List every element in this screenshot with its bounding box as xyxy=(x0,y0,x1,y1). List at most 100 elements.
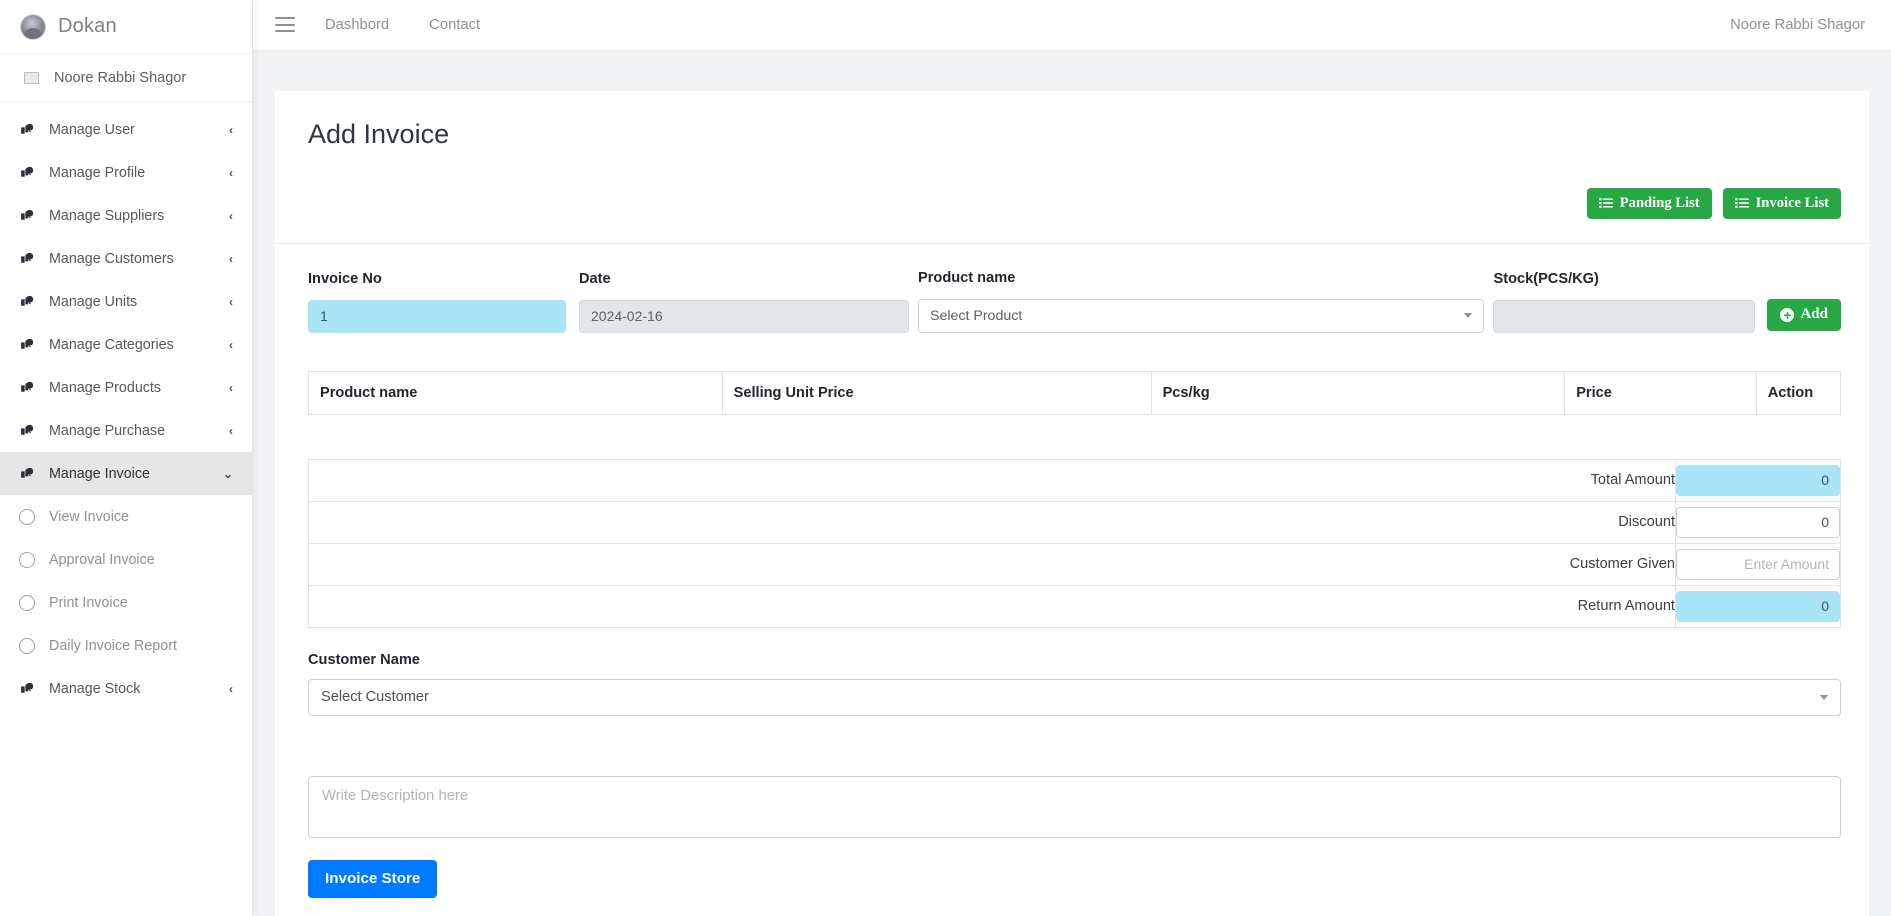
customer-given-label: Customer Given xyxy=(308,542,1676,586)
sidebar-nav: Manage User ‹ Manage Profile ‹ Manage Su… xyxy=(0,102,252,710)
invoice-no-label: Invoice No xyxy=(308,270,382,287)
pending-list-label: Panding List xyxy=(1619,194,1700,211)
hand-pointer-icon xyxy=(19,680,36,697)
sidebar-item-daily-invoice-report[interactable]: Daily Invoice Report xyxy=(0,624,252,667)
sidebar-item-manage-stock[interactable]: Manage Stock ‹ xyxy=(0,667,252,710)
chevron-left-icon: ‹ xyxy=(229,681,233,696)
chevron-left-icon: ‹ xyxy=(229,208,233,223)
totals-wrap: Total Amount 0 Discount 0 Customer Given… xyxy=(275,458,1869,628)
description-textarea[interactable]: Write Description here xyxy=(308,775,1841,838)
totals-row-return-amount: Return Amount 0 xyxy=(308,584,1841,628)
app-root: Dokan Noore Rabbi Shagor Manage User ‹ M… xyxy=(0,0,1891,916)
sidebar-item-label: Manage Products xyxy=(49,379,162,396)
add-button-wrap: + Add xyxy=(1767,298,1841,333)
invoice-list-button[interactable]: Invoice List xyxy=(1722,187,1841,219)
hand-pointer-icon xyxy=(19,379,36,396)
hand-pointer-icon xyxy=(19,293,36,310)
topbar-user-menu[interactable]: Noore Rabbi Shagor xyxy=(1730,17,1865,33)
sidebar-item-manage-suppliers[interactable]: Manage Suppliers ‹ xyxy=(0,194,252,237)
add-invoice-card: Add Invoice Panding List Invoice List In… xyxy=(275,90,1869,916)
discount-field-cell: 0 xyxy=(1675,500,1841,544)
totals-row-discount: Discount 0 xyxy=(308,500,1841,544)
return-amount-field-cell: 0 xyxy=(1675,584,1841,628)
hand-pointer-icon xyxy=(19,164,36,181)
total-amount-field-cell: 0 xyxy=(1675,458,1841,502)
column-header-price: Price xyxy=(1564,370,1757,415)
sidebar-brand[interactable]: Dokan xyxy=(0,0,252,54)
sidebar-item-manage-customers[interactable]: Manage Customers ‹ xyxy=(0,237,252,280)
items-table-empty-space xyxy=(308,415,1841,459)
sidebar-item-manage-user[interactable]: Manage User ‹ xyxy=(0,108,252,151)
entry-row: Invoice No 1 Date 2024-02-16 Product nam… xyxy=(308,270,1841,333)
stock-label: Stock(PCS/KG) xyxy=(1493,270,1599,287)
column-header-action: Action xyxy=(1755,370,1842,415)
topnav-link-dashboard[interactable]: Dashbord xyxy=(325,17,389,33)
customer-given-field-cell: Enter Amount xyxy=(1675,542,1841,586)
description-group: Write Description here xyxy=(275,716,1869,838)
sidebar-item-label: Manage Categories xyxy=(49,336,174,353)
chevron-left-icon: ‹ xyxy=(229,423,233,438)
chevron-left-icon: ‹ xyxy=(229,380,233,395)
chevron-left-icon: ‹ xyxy=(229,337,233,352)
topnav-link-contact[interactable]: Contact xyxy=(429,17,480,33)
sidebar-item-manage-categories[interactable]: Manage Categories ‹ xyxy=(0,323,252,366)
items-table: Product name Selling Unit Price Pcs/kg P… xyxy=(308,370,1842,415)
pending-list-button[interactable]: Panding List xyxy=(1586,187,1712,219)
chevron-down-icon: ⌄ xyxy=(222,466,233,481)
column-header-selling-unit-price: Selling Unit Price xyxy=(721,370,1152,415)
circle-icon xyxy=(19,508,35,525)
sidebar-subitem-label: Daily Invoice Report xyxy=(49,637,177,654)
hamburger-icon[interactable] xyxy=(275,17,295,33)
invoice-no-input[interactable]: 1 xyxy=(308,299,566,333)
invoice-store-button[interactable]: Invoice Store xyxy=(308,859,438,898)
chevron-left-icon: ‹ xyxy=(229,251,233,266)
totals-row-total-amount: Total Amount 0 xyxy=(308,458,1841,502)
sidebar-item-label: Manage Profile xyxy=(49,164,146,181)
column-header-product-name: Product name xyxy=(308,370,723,415)
list-icon xyxy=(1598,197,1613,209)
brand-avatar-icon xyxy=(20,13,46,40)
column-header-pcs-kg: Pcs/kg xyxy=(1150,370,1566,415)
customer-given-input[interactable]: Enter Amount xyxy=(1676,548,1840,580)
product-name-label: Product name xyxy=(918,269,1016,286)
stock-group: Stock(PCS/KG) xyxy=(1493,270,1756,333)
sidebar-subitem-label: Approval Invoice xyxy=(49,551,155,568)
sidebar-user-row[interactable]: Noore Rabbi Shagor xyxy=(0,54,252,102)
sidebar-item-manage-purchase[interactable]: Manage Purchase ‹ xyxy=(0,409,252,452)
sidebar-item-manage-products[interactable]: Manage Products ‹ xyxy=(0,366,252,409)
product-select-value: Select Product xyxy=(930,307,1023,324)
hand-pointer-icon xyxy=(19,121,36,138)
sidebar-subitem-label: View Invoice xyxy=(49,508,130,525)
total-amount-input[interactable]: 0 xyxy=(1676,464,1840,496)
sidebar-item-label: Manage User xyxy=(49,121,135,138)
sidebar-item-manage-units[interactable]: Manage Units ‹ xyxy=(0,280,252,323)
user-photo-icon xyxy=(22,70,40,86)
sidebar-subitem-label: Print Invoice xyxy=(49,594,128,611)
product-name-group: Product name Select Product xyxy=(918,269,1485,333)
items-table-header-row: Product name Selling Unit Price Pcs/kg P… xyxy=(308,370,1842,415)
customer-select[interactable]: Select Customer xyxy=(308,678,1841,716)
product-select[interactable]: Select Product xyxy=(918,298,1485,333)
date-input[interactable]: 2024-02-16 xyxy=(579,299,909,333)
submit-wrap: Invoice Store xyxy=(275,838,1869,898)
stock-input[interactable] xyxy=(1493,299,1756,333)
circle-icon xyxy=(19,551,35,568)
items-table-wrap: Product name Selling Unit Price Pcs/kg P… xyxy=(275,370,1869,459)
hand-pointer-icon xyxy=(19,207,36,224)
sidebar-item-print-invoice[interactable]: Print Invoice xyxy=(0,581,252,624)
invoice-no-group: Invoice No 1 xyxy=(308,271,566,333)
invoice-list-label: Invoice List xyxy=(1755,194,1829,211)
customer-name-label: Customer Name xyxy=(308,651,420,668)
discount-input[interactable]: 0 xyxy=(1676,506,1840,538)
sidebar-item-manage-invoice[interactable]: Manage Invoice ⌄ xyxy=(0,452,252,495)
add-button[interactable]: + Add xyxy=(1767,298,1841,331)
main-area: Dashbord Contact Noore Rabbi Shagor Add … xyxy=(253,0,1891,916)
return-amount-input[interactable]: 0 xyxy=(1676,590,1840,622)
chevron-down-icon xyxy=(1464,313,1473,319)
sidebar-item-label: Manage Suppliers xyxy=(49,207,165,224)
chevron-down-icon xyxy=(1820,694,1828,700)
sidebar-item-approval-invoice[interactable]: Approval Invoice xyxy=(0,538,252,581)
card-toolbar: Panding List Invoice List xyxy=(275,168,1869,219)
sidebar-item-manage-profile[interactable]: Manage Profile ‹ xyxy=(0,151,252,194)
sidebar-item-view-invoice[interactable]: View Invoice xyxy=(0,495,252,538)
